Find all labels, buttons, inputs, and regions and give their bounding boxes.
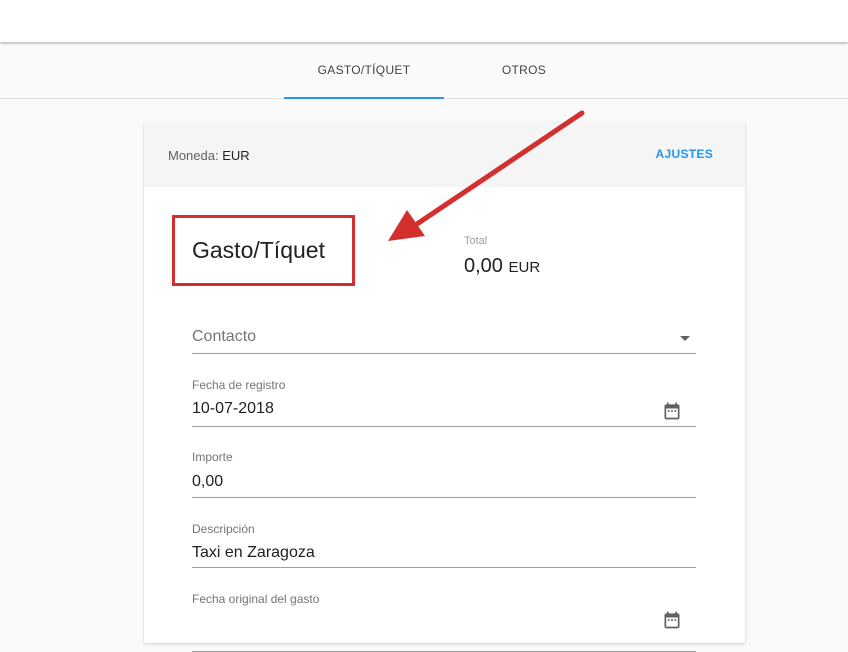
amount-label: Importe bbox=[192, 450, 233, 464]
tab-bar: GASTO/TÍQUET OTROS bbox=[0, 42, 848, 99]
total-label: Total bbox=[464, 235, 488, 247]
description-field[interactable]: Descripción Taxi en Zaragoza bbox=[192, 522, 696, 568]
card-header: Moneda: EUR AJUSTES bbox=[144, 123, 745, 187]
tab-label: GASTO/TÍQUET bbox=[317, 63, 411, 77]
contact-placeholder: Contacto bbox=[192, 328, 257, 345]
top-app-bar bbox=[0, 0, 848, 42]
tab-otros[interactable]: OTROS bbox=[444, 42, 604, 98]
total-amount: 0,00 bbox=[464, 255, 503, 277]
currency-code: EUR bbox=[222, 148, 250, 163]
total-currency: EUR bbox=[508, 259, 541, 276]
currency-label: Moneda: bbox=[168, 148, 219, 163]
settings-button[interactable]: AJUSTES bbox=[656, 147, 713, 161]
description-label: Descripción bbox=[192, 522, 255, 536]
expense-card: Moneda: EUR AJUSTES Gasto/Tíquet Total 0… bbox=[144, 123, 745, 652]
contact-select[interactable]: Contacto bbox=[192, 322, 696, 354]
original-date-field[interactable]: Fecha original del gasto bbox=[192, 592, 696, 652]
total-value: 0,00 EUR bbox=[464, 255, 540, 278]
calendar-icon[interactable] bbox=[662, 401, 682, 421]
tab-gasto-tiquet[interactable]: GASTO/TÍQUET bbox=[284, 42, 444, 99]
currency-indicator: Moneda: EUR bbox=[168, 148, 250, 163]
amount-value: 0,00 bbox=[192, 473, 224, 490]
document-title: Gasto/Tíquet bbox=[192, 237, 325, 263]
amount-field[interactable]: Importe 0,00 bbox=[192, 450, 696, 498]
original-date-label: Fecha original del gasto bbox=[192, 592, 320, 606]
calendar-icon[interactable] bbox=[662, 610, 682, 630]
tab-label: OTROS bbox=[501, 63, 547, 77]
chevron-down-icon[interactable] bbox=[680, 336, 690, 341]
register-date-field[interactable]: Fecha de registro 10-07-2018 bbox=[192, 378, 696, 427]
description-value: Taxi en Zaragoza bbox=[192, 544, 315, 561]
register-date-value: 10-07-2018 bbox=[192, 400, 274, 417]
register-date-label: Fecha de registro bbox=[192, 378, 286, 392]
